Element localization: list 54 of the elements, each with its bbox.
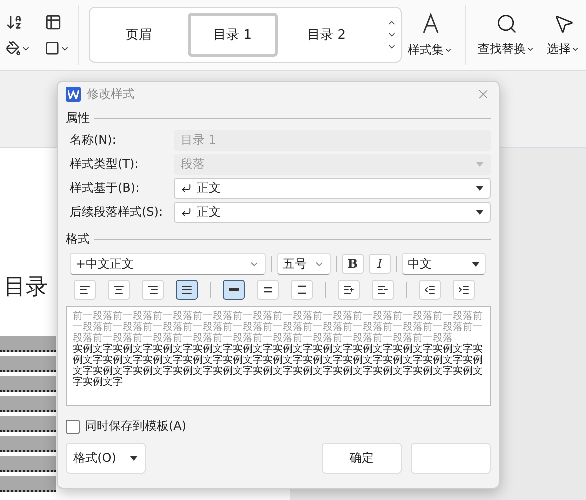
paragraph-spacing-button[interactable] (372, 280, 394, 300)
align-icon (113, 284, 125, 296)
select-field[interactable]: 正文 (174, 202, 491, 223)
app-logo-icon (66, 86, 81, 102)
format-menu-button[interactable]: 格式(O) (66, 443, 146, 474)
select-button[interactable]: 选择 (547, 40, 571, 58)
document-heading: 目录 (3, 274, 49, 302)
font-select[interactable]: +中文正文 (70, 253, 266, 275)
spacing-icon (377, 284, 389, 296)
field-label: 后续段落样式(S): (70, 204, 164, 221)
previous-paragraph-text: 前一段落前一段落前一段落前一段落前一段落前一段落前一段落前一段落前一段落前一段落前一段落前一段落前一段落前一段落前一段落前一段落前一段落前一段落前一段落前一段落前一段落前一段落前一段落前一段落前一段落前一段落前一段落前一段落前一段落前一段落 (73, 311, 484, 344)
dialog-title: 修改样式 (87, 86, 135, 102)
find-replace-button[interactable]: 查找替换 (478, 40, 526, 58)
return-arrow-icon (181, 207, 192, 218)
search-icon (496, 12, 518, 34)
language-select[interactable]: 中文 (402, 253, 486, 275)
sample-text: 实例文字实例文字实例文字实例文字实例文字实例文字实例文字实例文字实例文字实例文字实例文字实例文字实例文字实例文字实例文字实例文字实例文字实例文字实例文字实例文字实例文字实例文字实例文字实例文字实例文字实例文字实例文字实例文字实例文字实例文字实例文字实例文字 (73, 344, 484, 388)
align-button[interactable] (176, 280, 198, 300)
indent-icon (458, 284, 470, 296)
paint-bucket-icon (6, 41, 21, 56)
select-field[interactable]: 正文 (174, 178, 491, 199)
checkbox[interactable] (66, 420, 80, 434)
field-label: 名称(N): (70, 132, 118, 149)
caret-icon (476, 186, 484, 191)
indent-button[interactable] (419, 280, 441, 300)
size-select[interactable]: 五号 (277, 253, 331, 275)
caret-icon (130, 456, 138, 461)
align-icon (147, 284, 159, 296)
align-icon (181, 284, 193, 296)
indent-button[interactable] (453, 280, 475, 300)
style-item[interactable]: 目录 1 (188, 13, 278, 57)
double-line-icon (296, 285, 308, 295)
caret-icon (476, 162, 484, 167)
caret-icon (476, 210, 484, 215)
bold-button[interactable]: B (342, 254, 364, 274)
indent-icon (424, 284, 436, 296)
double-line-icon (262, 285, 274, 295)
ok-button[interactable]: 确定 (322, 443, 402, 474)
spacing-icon (343, 284, 355, 296)
caret-icon (472, 262, 480, 266)
return-arrow-icon (181, 183, 192, 194)
style-item[interactable]: 目录 2 (282, 13, 372, 57)
paragraph-spacing-button[interactable] (338, 280, 360, 300)
border-icon (44, 41, 60, 56)
section-heading: 属性 (66, 110, 90, 127)
field-label: 样式类型(T): (70, 156, 140, 173)
style-item[interactable]: 页眉 (94, 13, 184, 57)
field-label: 样式基于(B): (70, 180, 141, 197)
checkbox-label: 同时保存到模板(A) (85, 418, 187, 435)
align-icon (79, 284, 91, 296)
italic-button[interactable]: I (369, 254, 391, 274)
line-spacing-button[interactable] (223, 280, 245, 300)
style-set-button[interactable]: 样式集 (408, 42, 444, 58)
section-heading: 格式 (66, 231, 90, 248)
